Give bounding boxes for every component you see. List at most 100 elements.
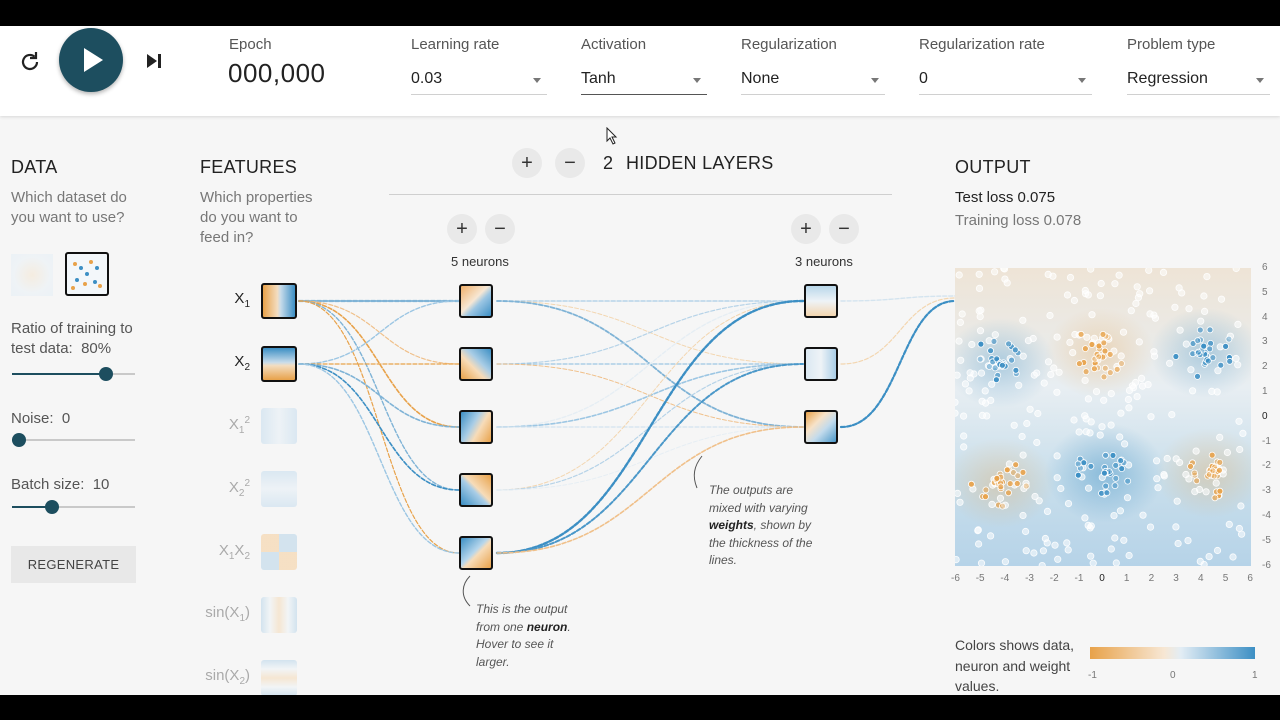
layer1-neuron-4[interactable]	[459, 473, 493, 507]
data-point	[1145, 268, 1153, 274]
x-tick-label: -2	[1049, 573, 1059, 584]
data-point	[1124, 395, 1132, 404]
data-point	[1081, 345, 1089, 352]
data-point	[1100, 469, 1108, 477]
data-point	[1132, 299, 1140, 308]
layer1-neuron-3[interactable]	[459, 410, 493, 444]
y-tick-label: 6	[1262, 262, 1268, 273]
data-point	[1112, 461, 1120, 469]
data-point	[1069, 349, 1077, 357]
regularization-rate-select[interactable]: 0	[919, 68, 1092, 95]
x-tick-label: 1	[1123, 573, 1130, 584]
problem-type-value: Regression	[1127, 70, 1208, 87]
layer2-neuron-3[interactable]	[804, 410, 838, 444]
dataset-thumbnail-selected[interactable]	[65, 252, 109, 296]
data-point	[1089, 559, 1097, 566]
data-point	[1012, 461, 1020, 469]
feature-x1-squared-toggle[interactable]	[261, 408, 297, 444]
weight-link	[496, 363, 804, 428]
data-point	[965, 387, 973, 395]
feature-x1-toggle[interactable]	[261, 283, 297, 319]
regenerate-button[interactable]: REGENERATE	[11, 546, 136, 583]
add-layer-button[interactable]: +	[512, 148, 542, 178]
data-point	[1176, 326, 1184, 334]
data-point	[1110, 512, 1118, 520]
data-point	[1090, 365, 1098, 373]
feature-sin-x2-toggle[interactable]	[261, 660, 297, 695]
data-point	[1184, 536, 1192, 545]
data-point	[1211, 494, 1219, 502]
output-heatmap	[955, 268, 1251, 566]
weight-link	[496, 426, 804, 491]
data-point	[1019, 451, 1027, 459]
data-point	[1053, 388, 1061, 396]
layer1-neuron-1[interactable]	[459, 284, 493, 318]
feature-sin-x1-toggle[interactable]	[261, 597, 297, 633]
data-point	[960, 443, 968, 451]
data-point	[1001, 275, 1009, 283]
data-point	[1204, 357, 1212, 365]
ratio-slider-handle[interactable]	[99, 367, 114, 381]
layer2-remove-neuron-button[interactable]: −	[829, 214, 859, 244]
noise-label: Noise: 0	[11, 409, 70, 429]
data-point	[988, 500, 996, 508]
layer1-neuron-2[interactable]	[459, 347, 493, 381]
data-point	[1196, 326, 1204, 334]
data-point	[1024, 337, 1033, 345]
feature-x2-toggle[interactable]	[261, 346, 297, 382]
play-button[interactable]	[59, 28, 123, 92]
learning-rate-select[interactable]: 0.03	[411, 68, 547, 95]
layer2-neuron-2[interactable]	[804, 347, 838, 381]
weight-link	[496, 300, 804, 491]
data-point	[1203, 273, 1211, 281]
data-point	[956, 498, 964, 506]
hidden-layers-divider	[389, 194, 892, 195]
data-point	[1217, 361, 1225, 369]
data-point	[1194, 373, 1201, 380]
weight-link	[298, 300, 460, 365]
data-point	[955, 556, 960, 564]
batch-value: 10	[92, 476, 110, 493]
weight-link	[298, 300, 460, 428]
activation-select[interactable]: Tanh	[581, 68, 707, 95]
layer1-remove-neuron-button[interactable]: −	[485, 214, 515, 244]
step-button[interactable]	[142, 49, 166, 73]
feature-x1x2-toggle[interactable]	[261, 534, 297, 570]
data-point	[1087, 268, 1095, 273]
data-point	[966, 369, 974, 377]
noise-slider-handle[interactable]	[12, 433, 26, 447]
noise-value: 0	[61, 410, 71, 427]
feature-label-x2: X2	[234, 353, 250, 373]
noise-slider-track[interactable]	[12, 439, 135, 441]
problem-type-select[interactable]: Regression	[1127, 68, 1270, 95]
layer2-add-neuron-button[interactable]: +	[791, 214, 821, 244]
batch-slider-handle[interactable]	[44, 500, 59, 514]
feature-x2-squared-toggle[interactable]	[261, 471, 297, 507]
data-point	[1191, 469, 1198, 477]
data-point	[1064, 546, 1072, 554]
epoch-label: Epoch	[229, 36, 272, 53]
data-point	[1206, 345, 1214, 353]
layer1-neuron-5[interactable]	[459, 536, 493, 570]
regularization-label: Regularization	[741, 36, 837, 53]
data-point	[1173, 497, 1181, 505]
x-tick-label: -3	[1025, 573, 1034, 584]
weight-link	[496, 363, 804, 491]
data-point	[1182, 470, 1190, 479]
data-point	[1008, 356, 1015, 364]
data-point	[1102, 451, 1110, 459]
feature-label-x1x2: X1X2	[218, 542, 250, 562]
dataset-thumbnail-circle[interactable]	[11, 254, 53, 296]
weight-link	[496, 300, 804, 365]
data-point	[1201, 307, 1209, 316]
layer2-neuron-1[interactable]	[804, 284, 838, 318]
regularization-select[interactable]: None	[741, 68, 885, 95]
data-point	[1185, 305, 1193, 313]
layer1-add-neuron-button[interactable]: +	[447, 214, 477, 244]
data-point	[1163, 454, 1171, 463]
data-point	[1178, 289, 1186, 297]
reset-button[interactable]	[16, 48, 44, 76]
data-point	[1113, 365, 1121, 373]
data-point	[1120, 536, 1128, 544]
remove-layer-button[interactable]: −	[555, 148, 585, 178]
